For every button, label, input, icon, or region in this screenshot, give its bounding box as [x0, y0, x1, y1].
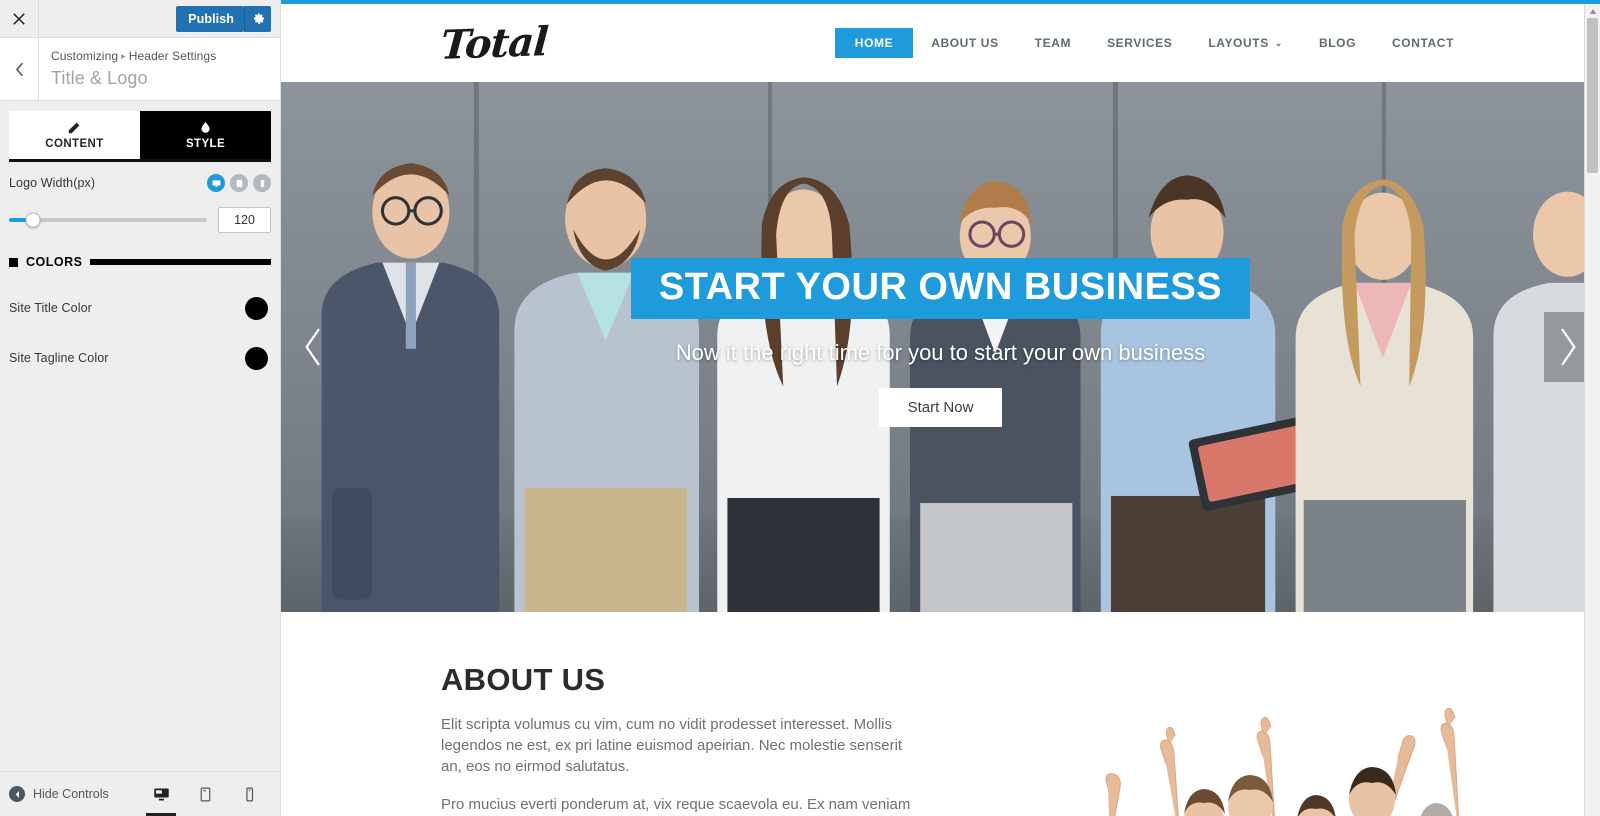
tablet-icon[interactable] [192, 779, 218, 809]
hero-content: START YOUR OWN BUSINESS Now it the right… [281, 82, 1600, 612]
customizer-header-text: Customizing ▸ Header Settings Title & Logo [39, 38, 216, 100]
about-text-column: ABOUT US Elit scripta volumus cu vim, cu… [441, 662, 921, 816]
about-section: ABOUT US Elit scripta volumus cu vim, cu… [281, 612, 1600, 816]
nav-item-label: BLOG [1318, 36, 1357, 50]
paint-drop-icon [199, 120, 212, 135]
edit-icon [68, 120, 81, 135]
site-title-color-row: Site Title Color [0, 283, 280, 333]
site-tagline-color-row: Site Tagline Color [0, 333, 280, 383]
logo-width-input[interactable]: 120 [218, 207, 271, 233]
nav-item-team[interactable]: TEAM [1017, 29, 1089, 57]
colors-section-header: COLORS [0, 233, 280, 269]
site-preview-frame[interactable]: Total HOME ABOUT US TEAM SERVICES LAYOUTS ⌄ BL… [281, 0, 1600, 816]
close-icon[interactable] [0, 0, 39, 37]
desktop-icon[interactable] [207, 174, 225, 192]
about-title: ABOUT US [441, 662, 606, 697]
about-paragraph: Pro mucius everti ponderum at, vix reque… [441, 796, 911, 813]
nav-item-label: HOME [854, 36, 894, 50]
site-header: Total HOME ABOUT US TEAM SERVICES LAYOUTS ⌄ BL… [281, 4, 1600, 82]
collapse-icon [9, 786, 25, 802]
nav-item-label: CONTACT [1392, 36, 1454, 50]
back-button[interactable] [0, 38, 39, 100]
breadcrumb: Customizing ▸ Header Settings [51, 48, 216, 65]
publish-button[interactable]: Publish [176, 5, 244, 32]
scrollbar-thumb[interactable] [1587, 18, 1598, 173]
nav-item-label: LAYOUTS [1208, 36, 1269, 50]
breadcrumb-section[interactable]: Header Settings [129, 49, 217, 63]
site-title-color-label: Site Title Color [9, 301, 92, 315]
tab-content-label: CONTENT [45, 138, 104, 150]
hero-subtitle: Now it the right time for you to start y… [675, 339, 1206, 365]
tab-style-label: STYLE [185, 138, 226, 150]
page-title: Title & Logo [51, 68, 148, 88]
breadcrumb-separator-icon: ▸ [121, 51, 126, 61]
customizer-screen: Publish Customizing ▸ Header Settings Titl… [0, 0, 1600, 816]
logo-width-header: Logo Width(px) [9, 174, 271, 192]
nav-item-contact[interactable]: CONTACT [1374, 29, 1472, 57]
nav-item-label: TEAM [1034, 36, 1072, 50]
section-marker-icon [9, 257, 18, 267]
site-tagline-color-label: Site Tagline Color [9, 351, 109, 365]
logo-width-control: Logo Width(px) 120 [0, 162, 280, 233]
start-now-button[interactable]: Start Now [878, 387, 1003, 427]
site-nav: HOME ABOUT US TEAM SERVICES LAYOUTS ⌄ BLOG CONT… [834, 28, 1472, 58]
nav-item-label: ABOUT US [931, 36, 999, 50]
nav-item-label: SERVICES [1107, 36, 1173, 50]
customizer-topbar: Publish [0, 0, 280, 38]
publish-group: Publish [176, 5, 271, 32]
logo-width-slider-row: 120 [9, 207, 271, 233]
logo-width-slider[interactable] [9, 212, 207, 228]
scroll-up-arrow-icon[interactable] [1585, 5, 1600, 18]
customizer-controls: CONTENT STYLE Logo Width(px) 120 COLORS … [0, 101, 280, 771]
logo-width-label: Logo Width(px) [9, 176, 96, 190]
hide-controls-label: Hide Controls [33, 787, 109, 801]
hero-slider: START YOUR OWN BUSINESS Now it the right… [281, 82, 1600, 612]
tab-content[interactable]: CONTENT [9, 111, 140, 159]
desktop-icon[interactable] [146, 779, 176, 816]
chevron-down-icon: ⌄ [1274, 37, 1283, 48]
hide-controls-button[interactable]: Hide Controls [9, 786, 109, 802]
hero-title: START YOUR OWN BUSINESS [630, 257, 1251, 319]
style-content-tabs: CONTENT STYLE [0, 111, 280, 159]
site-logo[interactable]: Total [439, 18, 549, 69]
site-title-color-swatch[interactable] [245, 296, 268, 320]
colors-section-title: COLORS [26, 255, 83, 269]
section-rule [90, 259, 271, 265]
customizer-footer: Hide Controls [0, 771, 280, 816]
about-photo [1062, 692, 1482, 816]
tab-style[interactable]: STYLE [140, 111, 271, 159]
mobile-icon[interactable] [236, 779, 262, 809]
gear-icon[interactable] [244, 5, 271, 32]
nav-item-about-us[interactable]: ABOUT US [913, 29, 1016, 57]
device-preview-group [146, 779, 270, 816]
customizer-sidebar: Publish Customizing ▸ Header Settings Titl… [0, 0, 281, 816]
mobile-icon[interactable] [253, 174, 271, 192]
nav-item-blog[interactable]: BLOG [1301, 29, 1374, 57]
tablet-icon[interactable] [230, 174, 248, 192]
customizer-header: Customizing ▸ Header Settings Title & Logo [0, 38, 280, 101]
slider-thumb[interactable] [25, 212, 41, 228]
nav-item-home[interactable]: HOME [834, 28, 914, 58]
breadcrumb-root[interactable]: Customizing [51, 49, 118, 63]
slider-prev-arrow-icon[interactable] [289, 312, 337, 382]
site-tagline-color-swatch[interactable] [245, 346, 268, 370]
nav-item-services[interactable]: SERVICES [1089, 29, 1190, 57]
nav-item-layouts[interactable]: LAYOUTS ⌄ [1190, 29, 1301, 57]
about-paragraph: Elit scripta volumus cu vim, cum no vidi… [441, 716, 903, 775]
preview-scrollbar[interactable] [1584, 4, 1600, 816]
responsive-toggle-group [207, 174, 271, 192]
